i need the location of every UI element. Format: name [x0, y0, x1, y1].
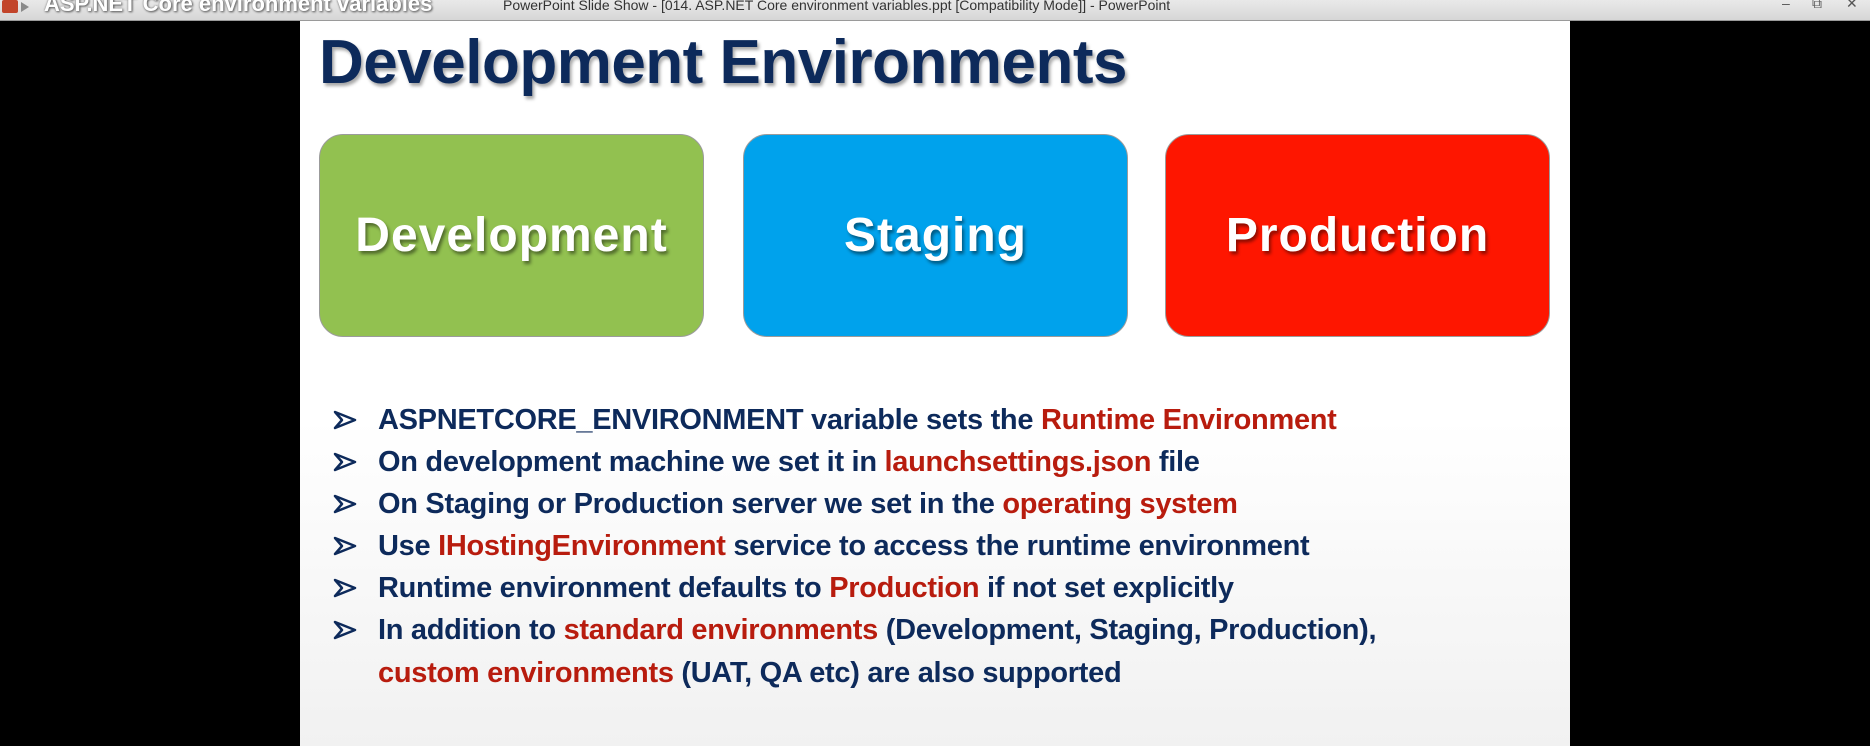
- bullet-text: Use: [378, 530, 439, 562]
- production-environment-box: Production: [1165, 134, 1550, 337]
- restore-button[interactable]: ⧉: [1812, 0, 1822, 12]
- highlighted-text: custom environments: [378, 657, 674, 689]
- environment-label: Staging: [844, 209, 1027, 262]
- arrow-bullet-icon: [330, 441, 360, 483]
- highlighted-text: launchsettings.json: [884, 446, 1152, 478]
- bullet-text: (Development, Staging, Production),: [877, 614, 1377, 646]
- highlighted-text: Runtime Environment: [1040, 404, 1337, 436]
- bullet-text: Runtime environment defaults to: [378, 572, 830, 604]
- bullet-item: Use IHostingEnvironment service to acces…: [330, 525, 1376, 567]
- bullet-item: In addition to standard environments (De…: [330, 609, 1377, 695]
- bullet-item: ASPNETCORE_ENVIRONMENT variable sets the…: [330, 399, 1376, 441]
- bullet-list: ASPNETCORE_ENVIRONMENT variable sets the…: [330, 399, 1377, 695]
- bullet-item: On development machine we set it in laun…: [330, 441, 1376, 483]
- arrow-bullet-icon: [330, 609, 360, 651]
- powerpoint-icon: [2, 0, 29, 13]
- slide-title: Development Environments: [319, 28, 1127, 97]
- bullet-text: file: [1151, 446, 1200, 478]
- arrow-bullet-icon: [330, 525, 360, 567]
- staging-environment-box: Staging: [743, 134, 1128, 337]
- bullet-item: On Staging or Production server we set i…: [330, 483, 1376, 525]
- arrow-bullet-icon: [330, 483, 360, 525]
- bullet-text: On Staging or Production server we set i…: [378, 488, 1003, 520]
- development-environment-box: Development: [319, 134, 704, 337]
- highlighted-text: IHostingEnvironment: [438, 530, 726, 562]
- window-title-bar: ASP.NET Core environment variables Power…: [0, 0, 1870, 21]
- environment-label: Development: [355, 209, 668, 262]
- bullet-text: In addition to: [378, 614, 564, 646]
- document-title-overlay: ASP.NET Core environment variables: [44, 0, 433, 16]
- slide[interactable]: Development Environments Development Sta…: [300, 21, 1570, 746]
- bullet-text: (UAT, QA etc) are also supported: [673, 657, 1122, 689]
- window-title: PowerPoint Slide Show - [014. ASP.NET Co…: [503, 0, 1171, 13]
- bullet-text: ASPNETCORE_ENVIRONMENT variable sets the: [378, 404, 1041, 436]
- highlighted-text: Production: [829, 572, 980, 604]
- minimize-button[interactable]: –: [1782, 0, 1790, 11]
- highlighted-text: standard environments: [563, 614, 879, 646]
- arrow-bullet-icon: [330, 567, 360, 609]
- bullet-text: service to access the runtime environmen…: [725, 530, 1310, 562]
- close-button[interactable]: ✕: [1846, 0, 1858, 12]
- arrow-bullet-icon: [330, 399, 360, 441]
- bullet-text: if not set explicitly: [979, 572, 1234, 604]
- highlighted-text: operating system: [1002, 488, 1238, 520]
- bullet-item: Runtime environment defaults to Producti…: [330, 567, 1376, 609]
- environment-label: Production: [1225, 209, 1490, 262]
- bullet-text: On development machine we set it in: [378, 446, 885, 478]
